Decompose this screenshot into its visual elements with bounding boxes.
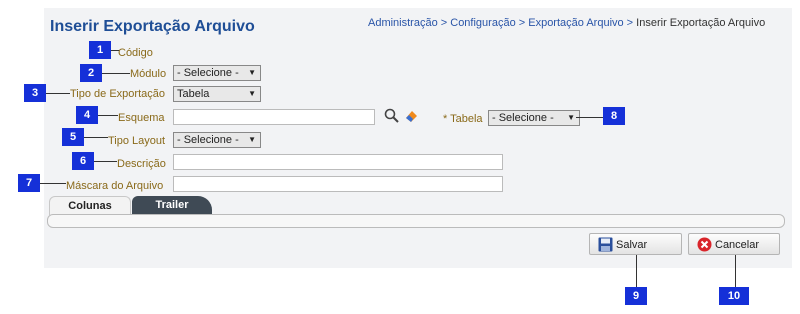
chevron-down-icon: ▼ (248, 135, 256, 144)
mascara-input[interactable] (173, 176, 503, 192)
search-icon[interactable] (384, 108, 400, 124)
chevron-down-icon: ▼ (248, 89, 256, 98)
close-icon (697, 237, 712, 252)
floppy-disk-icon (598, 237, 613, 252)
page-title: Inserir Exportação Arquivo (50, 18, 255, 35)
tipo-layout-select[interactable]: - Selecione - ▼ (173, 132, 261, 148)
callout-line (98, 115, 118, 116)
callout-line (84, 137, 108, 138)
save-button[interactable]: Salvar (589, 233, 682, 255)
callout-badge: 5 (62, 128, 84, 146)
chevron-down-icon: ▼ (248, 68, 256, 77)
modulo-select[interactable]: - Selecione - ▼ (173, 65, 261, 81)
callout-line (40, 183, 66, 184)
descricao-input[interactable] (173, 154, 503, 170)
modulo-label: Módulo (130, 68, 167, 80)
esquema-label: Esquema (118, 112, 165, 124)
breadcrumb: Administração > Configuração > Exportaçã… (368, 17, 766, 29)
descricao-label: Descrição (117, 158, 166, 170)
callout-badge: 3 (24, 84, 46, 102)
callout-badge: 8 (603, 107, 625, 125)
mascara-label: Máscara do Arquivo (66, 180, 164, 192)
callout-badge: 2 (80, 64, 102, 82)
breadcrumb-exportacao-arquivo[interactable]: Exportação Arquivo (528, 17, 623, 29)
tab-colunas[interactable]: Colunas (49, 196, 131, 215)
callout-badge: 7 (18, 174, 40, 192)
callout-line (636, 255, 637, 287)
esquema-input[interactable] (173, 109, 375, 125)
tipo-layout-label: Tipo Layout (108, 135, 166, 147)
breadcrumb-current: Inserir Exportação Arquivo (636, 17, 766, 29)
callout-badge: 6 (72, 152, 94, 170)
tipo-exportacao-select[interactable]: Tabela ▼ (173, 86, 261, 102)
callout-badge: 9 (625, 287, 647, 305)
eraser-icon[interactable] (403, 108, 419, 124)
tab-content-bar (47, 214, 785, 228)
callout-badge: 4 (76, 106, 98, 124)
callout-line (576, 117, 603, 118)
callout-line (102, 73, 130, 74)
callout-line (94, 161, 117, 162)
callout-badge: 1 (89, 41, 111, 59)
callout-line (111, 50, 119, 51)
tab-trailer[interactable]: Trailer (132, 196, 212, 214)
chevron-down-icon: ▼ (567, 113, 575, 122)
cancel-button[interactable]: Cancelar (688, 233, 780, 255)
breadcrumb-configuracao[interactable]: Configuração (450, 17, 515, 29)
callout-line (735, 255, 736, 287)
callout-line (46, 93, 70, 94)
callout-badge: 10 (719, 287, 749, 305)
tabela-label: * Tabela (443, 113, 483, 125)
codigo-label: Código (118, 47, 153, 59)
tabela-select[interactable]: - Selecione - ▼ (488, 110, 580, 126)
tipo-exportacao-label: Tipo de Exportação (70, 88, 165, 100)
breadcrumb-administracao[interactable]: Administração (368, 17, 438, 29)
